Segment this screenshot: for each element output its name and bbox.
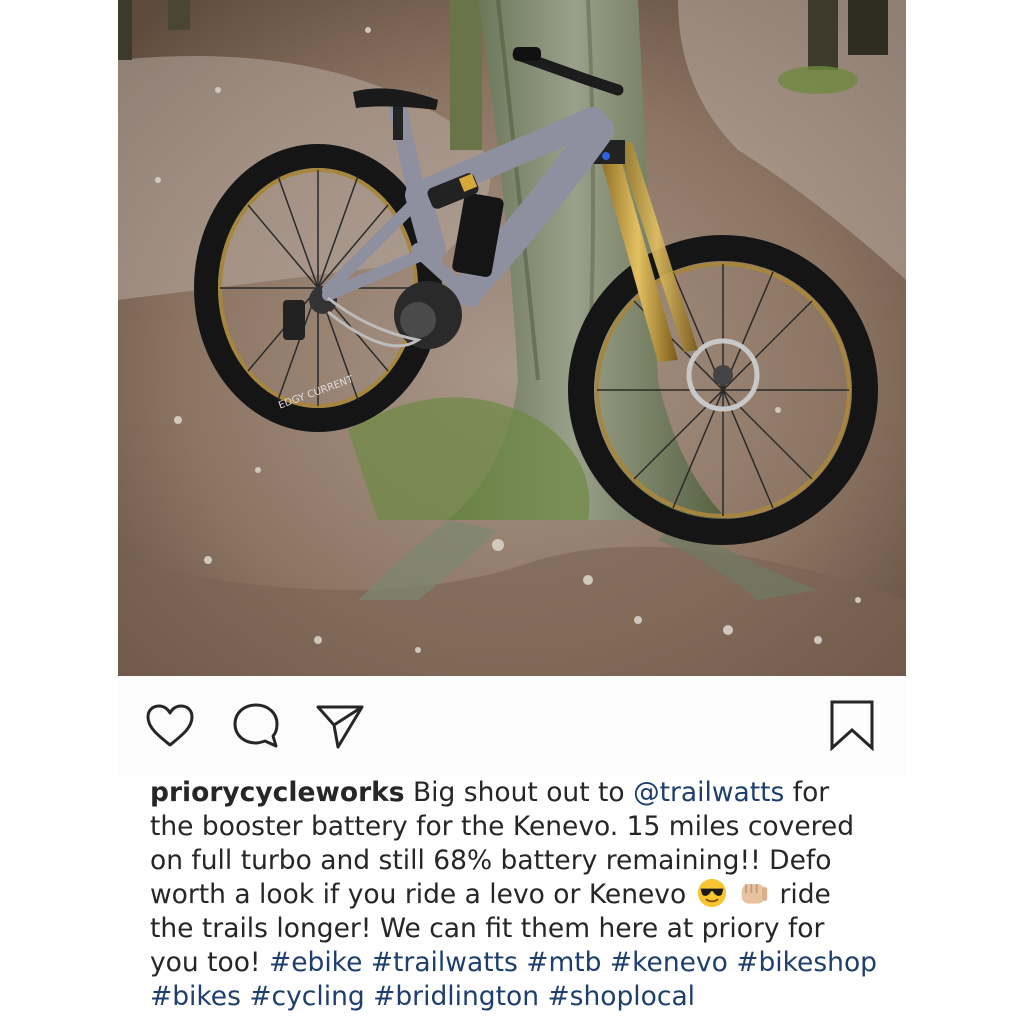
caption-username[interactable]: priorycycleworks [150, 777, 405, 808]
hashtag-link[interactable]: #ebike [269, 947, 362, 978]
heart-icon [146, 704, 194, 747]
post-action-bar [118, 676, 906, 776]
share-button[interactable] [314, 700, 366, 752]
mention-link[interactable]: @trailwatts [633, 777, 784, 808]
hashtag-link[interactable]: #shoplocal [547, 981, 695, 1012]
hashtag-link[interactable]: #bikes [150, 981, 241, 1012]
caption-text: Big shout out to [404, 777, 634, 808]
bike-photo-illustration: EDGY CURRENT [118, 0, 906, 676]
comment-button[interactable] [230, 700, 282, 752]
instagram-post: EDGY CURRENT priorycycleworks Big shout … [118, 0, 906, 1024]
share-icon [316, 705, 364, 749]
fist-bump-emoji [741, 884, 768, 904]
like-button[interactable] [144, 700, 196, 752]
post-caption: priorycycleworks Big shout out to @trail… [150, 776, 880, 1014]
hashtag-link[interactable]: #kenevo [610, 947, 728, 978]
post-photo[interactable]: EDGY CURRENT [118, 0, 906, 676]
bookmark-icon [830, 700, 874, 752]
hashtag-link[interactable]: #cycling [249, 981, 364, 1012]
sunglasses-emoji [697, 878, 726, 908]
hashtag-link[interactable]: #mtb [526, 947, 601, 978]
comment-icon [233, 703, 279, 748]
hashtag-link[interactable]: #bridlington [373, 981, 539, 1012]
hashtag-link[interactable]: #trailwatts [371, 947, 518, 978]
save-button[interactable] [826, 700, 878, 752]
rear-wheel: EDGY CURRENT [194, 144, 442, 432]
front-wheel [568, 235, 878, 545]
hashtag-link[interactable]: #bikeshop [736, 947, 877, 978]
